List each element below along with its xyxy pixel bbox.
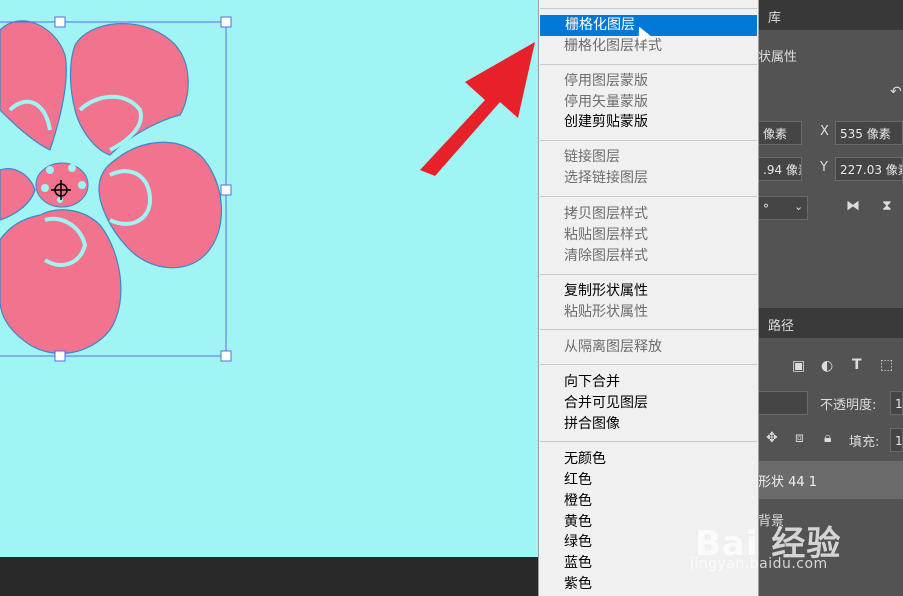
width-field[interactable]: 像素 — [758, 121, 802, 145]
shape-filter-icon[interactable]: ⬚ — [880, 357, 893, 373]
lock-artboard-icon[interactable]: ⧈ — [795, 430, 804, 446]
chevron-down-icon[interactable]: ⌄ — [794, 200, 803, 213]
menu-item-flatten-image[interactable]: 拼合图像 — [539, 414, 758, 435]
menu-item-color-none[interactable]: 无颜色 — [539, 449, 758, 470]
x-field[interactable]: 535 像素 — [835, 121, 903, 145]
menu-item-color-orange[interactable]: 橙色 — [539, 491, 758, 512]
menu-item-disable-vector-mask[interactable]: 停用矢量蒙版 — [539, 92, 758, 113]
panel-tab-bar: 库 — [758, 0, 903, 30]
menu-item-rasterize-layer-style[interactable]: 栅格化图层样式 — [539, 36, 758, 57]
menu-item-color-violet[interactable]: 紫色 — [539, 574, 758, 595]
layer-context-menu: 栅格化图层 栅格化图层样式 停用图层蒙版 停用矢量蒙版 创建剪贴蒙版 链接图层 选择链接图层… — [538, 0, 759, 596]
red-arrow-annotation — [420, 42, 535, 176]
menu-separator — [540, 364, 757, 365]
menu-item-release-from-isolation[interactable]: 从隔离图层释放 — [539, 337, 758, 358]
menu-item-disable-layer-mask[interactable]: 停用图层蒙版 — [539, 71, 758, 92]
menu-item-clear-layer-style[interactable]: 清除图层样式 — [539, 246, 758, 267]
layers-tab-bar: 路径 — [758, 308, 903, 338]
opacity-field[interactable]: 10 — [890, 391, 903, 415]
menu-separator — [540, 274, 757, 275]
flip-vertical-icon[interactable]: ⧗ — [882, 198, 892, 214]
image-filter-icon[interactable]: ▣ — [792, 358, 805, 374]
menu-item-link-layers[interactable]: 链接图层 — [539, 147, 758, 168]
layer-name: 形状 44 1 — [758, 475, 818, 490]
document-canvas[interactable] — [0, 0, 538, 557]
fill-label: 填充: — [849, 435, 880, 450]
menu-item-copy-layer-style[interactable]: 拷贝图层样式 — [539, 204, 758, 225]
menu-item-paste-shape-attributes[interactable]: 粘贴形状属性 — [539, 302, 758, 323]
flip-horizontal-icon[interactable]: ⧓ — [846, 198, 860, 214]
menu-separator — [540, 140, 757, 141]
right-panel-dock: 库 状属性 ↶ 像素 X 535 像素 .94 像素 Y 227.03 像素 °… — [758, 0, 903, 596]
menu-item-create-clipping-mask[interactable]: 创建剪贴蒙版 — [539, 112, 758, 133]
menu-item-copy-shape-attributes[interactable]: 复制形状属性 — [539, 281, 758, 302]
x-label: X — [820, 124, 829, 139]
height-field[interactable]: .94 像素 — [758, 157, 802, 181]
lock-all-icon[interactable]: 🔒︎ — [824, 430, 831, 446]
fill-field[interactable]: 10 — [890, 428, 903, 452]
menu-separator — [540, 329, 757, 330]
adjustment-filter-icon[interactable]: ◐ — [821, 358, 833, 374]
lock-position-icon[interactable]: ✥ — [766, 430, 778, 446]
layer-row-shape[interactable]: 形状 44 1 — [758, 461, 903, 499]
reset-icon[interactable]: ↶ — [890, 84, 902, 100]
canvas-footer-area — [0, 557, 538, 596]
tab-library[interactable]: 库 — [768, 7, 781, 26]
flower-shape-artwork[interactable] — [0, 0, 538, 557]
y-field[interactable]: 227.03 像素 — [835, 157, 903, 181]
blend-mode-select[interactable] — [758, 391, 808, 415]
menu-separator — [540, 8, 757, 9]
y-label: Y — [820, 160, 828, 175]
tab-paths[interactable]: 路径 — [768, 315, 794, 334]
opacity-label: 不透明度: — [820, 398, 877, 413]
menu-item-merge-down[interactable]: 向下合并 — [539, 372, 758, 393]
menu-separator — [540, 196, 757, 197]
menu-separator — [540, 64, 757, 65]
menu-item-color-red[interactable]: 红色 — [539, 470, 758, 491]
type-filter-icon[interactable]: T — [852, 357, 862, 373]
menu-item-select-linked-layers[interactable]: 选择链接图层 — [539, 168, 758, 189]
menu-item-paste-layer-style[interactable]: 粘贴图层样式 — [539, 225, 758, 246]
watermark-url: jingyan.baidu.com — [690, 556, 828, 572]
menu-separator — [540, 441, 757, 442]
menu-item-merge-visible[interactable]: 合并可见图层 — [539, 393, 758, 414]
properties-title: 状属性 — [758, 50, 798, 65]
